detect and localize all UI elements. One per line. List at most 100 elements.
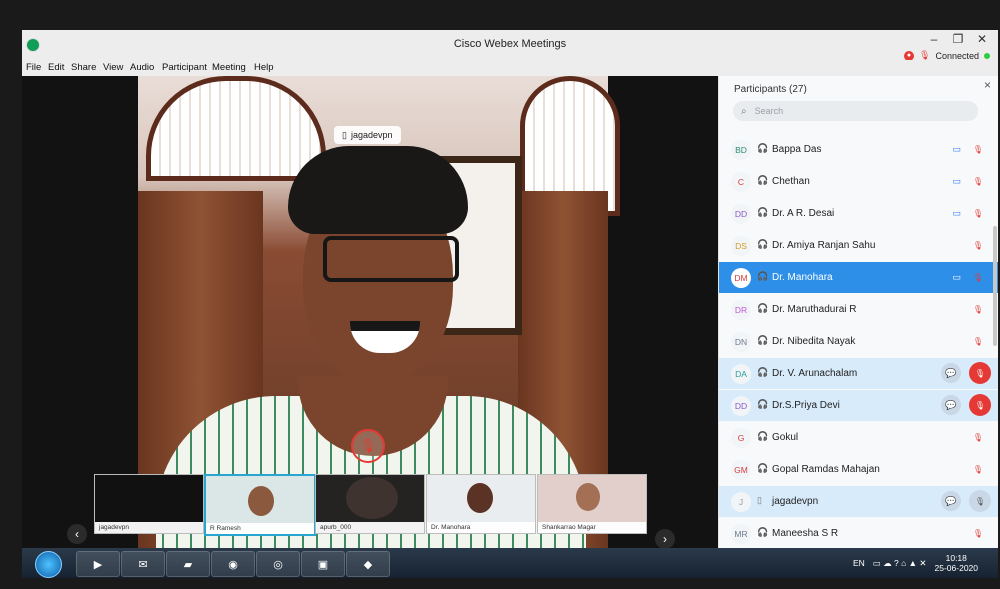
participant-row[interactable]: BD 🎧 Bappa Das ▭ 🎙 [719,134,998,165]
headset-icon: 🎧 [757,463,769,473]
participant-row[interactable]: DD 🎧 Dr. A R. Desai ▭ 🎙 [719,198,998,229]
headset-icon: 🎧 [757,143,769,153]
avatar: DS [731,236,751,256]
video-icon: ▭ [952,272,961,282]
thumbnail-r-ramesh[interactable]: R Ramesh [204,474,316,536]
start-button-icon[interactable] [35,551,62,578]
minimize-button[interactable]: – [922,32,946,46]
participant-row-selected[interactable]: DM 🎧 Dr. Manohara ▭ 🎙 [719,262,998,293]
close-panel-icon[interactable]: × [984,78,991,92]
participants-search-input[interactable]: ⌕ Search [733,101,978,121]
chat-icon[interactable]: 💬 [941,491,961,511]
thumbnail-dr-manohara[interactable]: Dr. Manohara [426,474,536,534]
participant-row[interactable]: G 🎧 Gokul 🎙 [719,422,998,453]
previous-thumbnail-arrow-icon[interactable]: ‹ [67,524,87,544]
participant-name: Dr. Maruthadurai R [772,304,857,315]
connection-label: Connected [935,50,979,61]
connection-dot-icon [984,52,990,59]
file-explorer-icon[interactable]: ▰ [166,551,210,577]
headset-icon: 🎧 [757,303,769,313]
mic-muted-icon[interactable]: 🎙 [969,394,991,416]
avatar: MR [731,524,751,544]
clock-time: 10:18 [945,553,967,563]
mic-muted-icon[interactable]: 🎙 [971,526,985,540]
avatar: BD [731,140,751,160]
language-indicator[interactable]: EN [853,558,865,568]
avatar: GM [731,460,751,480]
menu-file[interactable]: File [26,62,41,73]
webex-window: Cisco Webex Meetings – ❐ ✕ ● 🎙 Connected… [22,30,998,578]
thumbnail-jagadevpn[interactable]: jagadevpn [94,474,204,534]
mic-muted-icon[interactable]: 🎙 [971,334,985,348]
headset-icon: 🎧 [757,399,769,409]
clock-date: 25-06-2020 [934,563,978,573]
menu-edit[interactable]: Edit [48,62,64,73]
mic-muted-icon[interactable]: 🎙 [351,429,385,463]
mic-muted-icon[interactable]: 🎙 [971,302,985,316]
mic-muted-icon[interactable]: 🎙 [971,430,985,444]
network-app-icon[interactable]: ◆ [346,551,390,577]
menu-share[interactable]: Share [71,62,96,73]
system-clock[interactable]: 10:18 25-06-2020 [935,553,978,573]
menu-help[interactable]: Help [254,62,274,73]
mic-muted-icon[interactable]: 🎙 [971,238,985,252]
participant-row[interactable]: DS 🎧 Dr. Amiya Ranjan Sahu 🎙 [719,230,998,261]
terminal-icon[interactable]: ▣ [301,551,345,577]
active-speaker-tag: ▯ jagadevpn [334,126,401,144]
video-icon: ▭ [952,208,961,218]
chat-icon[interactable]: 💬 [941,395,961,415]
mic-muted-icon[interactable]: 🎙 [971,270,985,284]
participant-name: Gokul [772,432,799,443]
menu-participant[interactable]: Participant [162,62,207,73]
window-title: Cisco Webex Meetings [453,38,567,50]
thumbnail-label: jagadevpn [95,522,203,533]
arched-window-left [146,76,326,181]
thumbnail-apurb[interactable]: apurb_000 [315,474,425,534]
menu-audio[interactable]: Audio [130,62,154,73]
participant-row[interactable]: DD 🎧 Dr.S.Priya Devi 💬 🎙 [719,390,998,421]
menu-view[interactable]: View [103,62,123,73]
headset-icon: 🎧 [757,239,769,249]
participant-row[interactable]: MR 🎧 Maneesha S R 🎙 [719,518,998,549]
close-button[interactable]: ✕ [970,32,994,46]
search-placeholder: Search [754,106,784,116]
participants-list: BD 🎧 Bappa Das ▭ 🎙 C 🎧 Chethan ▭ 🎙 DD 🎧 … [719,134,998,578]
participant-row[interactable]: C 🎧 Chethan ▭ 🎙 [719,166,998,197]
webex-taskbar-icon[interactable]: ◎ [256,551,300,577]
participant-row[interactable]: DN 🎧 Dr. Nibedita Nayak 🎙 [719,326,998,357]
participant-row[interactable]: DA 🎧 Dr. V. Arunachalam 💬 🎙 [719,358,998,389]
active-speaker-name: jagadevpn [350,130,393,140]
tray-icons[interactable]: ▭ ☁ ? ⌂ ▲ ✕ [873,558,927,569]
participant-row[interactable]: DR 🎧 Dr. Maruthadurai R 🎙 [719,294,998,325]
avatar: C [731,172,751,192]
avatar: DR [731,300,751,320]
title-bar: Cisco Webex Meetings – ❐ ✕ ● 🎙 Connected [22,30,998,61]
outlook-icon[interactable]: ✉ [121,551,165,577]
chat-icon[interactable]: 💬 [941,363,961,383]
media-player-icon[interactable]: ▶ [76,551,120,577]
participant-name: Dr. Nibedita Nayak [772,336,856,347]
chrome-icon[interactable]: ◉ [211,551,255,577]
headset-icon: 🎧 [757,367,769,377]
menu-meeting[interactable]: Meeting [212,62,246,73]
main-video-area[interactable]: ▯ jagadevpn 🎙 ‹ › jagadevpn R Ramesh apu… [22,76,718,578]
avatar: G [731,428,751,448]
mic-muted-icon[interactable]: 🎙 [971,462,985,476]
mic-muted-icon[interactable]: 🎙 [969,490,991,512]
mic-muted-icon[interactable]: 🎙 [971,174,985,188]
participant-row[interactable]: J ▯ jagadevpn 💬 🎙 [719,486,998,517]
participants-scrollbar[interactable] [993,226,997,346]
mic-muted-icon[interactable]: 🎙 [969,362,991,384]
thumbnail-shankarrao-magar[interactable]: Shankarrao Magar [537,474,647,534]
phone-icon: ▯ [757,495,762,505]
next-thumbnail-arrow-icon[interactable]: › [655,529,675,549]
headset-icon: 🎧 [757,271,769,281]
participants-panel: Participants (27) × ⌕ Search BD 🎧 Bappa … [718,76,998,578]
participant-row[interactable]: GM 🎧 Gopal Ramdas Mahajan 🎙 [719,454,998,485]
maximize-button[interactable]: ❐ [946,32,970,46]
thumbnail-face [346,477,398,519]
mic-muted-icon[interactable]: 🎙 [971,142,985,156]
mic-muted-icon[interactable]: 🎙 [971,206,985,220]
thumbnail-label: R Ramesh [206,523,314,534]
participant-name: Bappa Das [772,144,822,155]
